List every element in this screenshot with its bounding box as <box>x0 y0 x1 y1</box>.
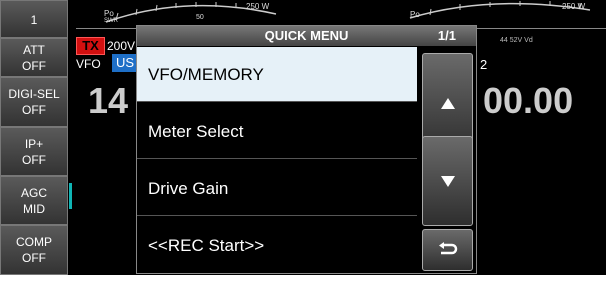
down-arrow-icon <box>440 175 455 187</box>
return-icon <box>438 242 457 255</box>
side-key-label: 1 <box>30 13 38 27</box>
page-indicator: 1/1 <box>437 28 456 43</box>
meter-vd-label: Vd <box>524 37 533 44</box>
side-key-label: ATT <box>23 43 45 57</box>
side-key-att[interactable]: ATT OFF <box>0 38 68 77</box>
side-key-value: MID <box>23 202 45 216</box>
side-key-label: DIGI-SEL <box>8 87 60 101</box>
side-key-comp[interactable]: COMP OFF <box>0 225 68 275</box>
meter-250w-label: 250 W <box>246 2 270 11</box>
meter-50-label: 50 <box>196 14 204 21</box>
quick-menu-title: QUICK MENU <box>264 28 349 43</box>
side-key-agc[interactable]: AGC MID <box>0 176 72 225</box>
return-button[interactable] <box>422 229 473 271</box>
bottom-margin <box>0 275 606 298</box>
side-key-label: IP+ <box>24 137 44 151</box>
quick-menu-header: QUICK MENU 1/1 <box>137 26 476 46</box>
meter-swr-label: SWR <box>104 18 118 24</box>
side-key-1[interactable]: 1 <box>0 0 68 38</box>
meter-250w-label: 250 W <box>562 2 586 11</box>
vfo-label: VFO <box>76 57 101 71</box>
side-key-ip-plus[interactable]: IP+ OFF <box>0 127 68 176</box>
meter-po-label: Po <box>104 9 114 18</box>
vfo-number: 2 <box>480 57 488 72</box>
tx-indicator: TX <box>76 37 105 55</box>
meter-52v-label: 52V <box>509 37 523 44</box>
menu-item-meter-select[interactable]: Meter Select <box>137 104 417 159</box>
side-key-label: COMP <box>16 235 52 249</box>
menu-item-rec-start[interactable]: <<REC Start>> <box>137 218 417 273</box>
up-arrow-icon <box>440 98 455 109</box>
menu-item-vfo-memory[interactable]: VFO/MEMORY <box>137 47 417 102</box>
side-key-value: OFF <box>22 153 46 167</box>
radio-screen: 1 ATT OFF DIGI-SEL OFF IP+ OFF AGC MID C… <box>0 0 606 275</box>
agc-indicator <box>69 183 72 209</box>
side-key-value: OFF <box>22 59 46 73</box>
side-key-label: AGC <box>20 186 47 200</box>
quick-menu: QUICK MENU 1/1 VFO/MEMORY Meter Select D… <box>136 25 477 274</box>
side-key-value: OFF <box>22 103 46 117</box>
meter-po-label: Po <box>410 10 420 19</box>
frequency-left: 14 <box>88 80 129 121</box>
voltage-label: 200V <box>107 39 136 53</box>
side-key-digi-sel[interactable]: DIGI-SEL OFF <box>0 77 68 127</box>
frequency-right: 00.00 <box>483 80 574 121</box>
menu-item-drive-gain[interactable]: Drive Gain <box>137 161 417 216</box>
right-meter-scale: 44 52V Vd <box>500 37 533 44</box>
scroll-down-button[interactable] <box>422 136 473 226</box>
meter-44-label: 44 <box>500 37 508 44</box>
side-key-value: OFF <box>22 251 46 265</box>
